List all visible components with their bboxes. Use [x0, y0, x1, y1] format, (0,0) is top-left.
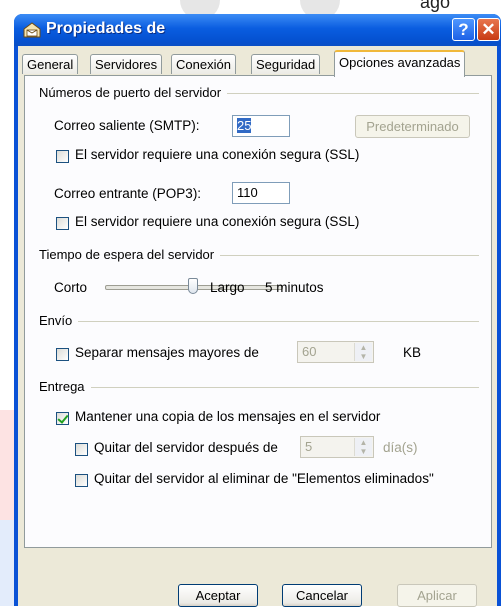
smtp-port-input[interactable]: 25 [232, 115, 290, 137]
smtp-ssl-checkbox[interactable] [56, 150, 69, 163]
group-divider [39, 387, 479, 388]
split-size-unit: KB [403, 345, 422, 360]
account-properties-icon [23, 22, 41, 38]
keep-copy-label: Mantener una copia de los mensajes en el… [75, 409, 381, 424]
remove-after-checkbox[interactable] [75, 443, 88, 456]
split-size-input[interactable]: 60 ▲ ▼ [297, 341, 374, 363]
remove-deleted-label: Quitar del servidor al eliminar de "Elem… [94, 471, 434, 486]
tab-seguridad[interactable]: Seguridad [251, 54, 321, 74]
remove-after-days-spinner[interactable]: ▲ ▼ [354, 438, 372, 456]
keep-copy-checkbox[interactable] [56, 412, 69, 425]
pop3-ssl-label: El servidor requiere una conexión segura… [75, 214, 360, 229]
remove-deleted-checkbox[interactable] [75, 474, 88, 487]
split-size-spinner[interactable]: ▲ ▼ [354, 343, 372, 361]
dialog-body: General Servidores Conexión Seguridad Op… [18, 46, 497, 607]
background-page: ago [0, 0, 501, 20]
send-group-title: Envío [39, 313, 79, 328]
close-button[interactable]: ✕ [477, 18, 500, 41]
timeout-slider-thumb[interactable] [188, 278, 198, 294]
ports-group-title: Números de puerto del servidor [39, 85, 228, 100]
pop3-port-label: Correo entrante (POP3): [54, 186, 202, 201]
pop3-port-input[interactable]: 110 [232, 182, 290, 204]
timeout-value: 5 minutos [265, 280, 324, 295]
help-button[interactable]: ? [452, 18, 475, 41]
remove-after-unit: día(s) [383, 440, 418, 455]
group-divider [39, 321, 479, 322]
default-ports-button[interactable]: Predeterminado [355, 115, 470, 138]
smtp-ssl-label: El servidor requiere una conexión segura… [75, 147, 360, 162]
tab-strip: General Servidores Conexión Seguridad Op… [18, 46, 497, 77]
pop3-ssl-checkbox[interactable] [56, 217, 69, 230]
split-messages-checkbox[interactable] [56, 348, 69, 361]
ok-button[interactable]: Aceptar [178, 584, 258, 607]
timeout-short-label: Corto [54, 280, 88, 295]
split-messages-label: Separar mensajes mayores de [75, 345, 259, 360]
properties-dialog: Propiedades de ? ✕ General Servidores Co… [14, 14, 501, 607]
background-text: ago [420, 0, 451, 12]
remove-after-days-input[interactable]: 5 ▲ ▼ [300, 436, 374, 458]
tab-opciones-avanzadas[interactable]: Opciones avanzadas [334, 50, 466, 77]
tab-servidores[interactable]: Servidores [90, 54, 163, 74]
timeout-long-label: Largo [210, 280, 245, 295]
timeout-group-title: Tiempo de espera del servidor [39, 247, 221, 262]
remove-after-label: Quitar del servidor después de [94, 440, 278, 455]
title-bar[interactable]: Propiedades de ? ✕ [14, 14, 501, 46]
advanced-options-panel: Números de puerto del servidor Correo sa… [24, 75, 492, 548]
dialog-title: Propiedades de [46, 20, 166, 37]
apply-button[interactable]: Aplicar [397, 584, 477, 607]
tab-conexion[interactable]: Conexión [171, 54, 236, 74]
tab-general[interactable]: General [22, 54, 79, 74]
smtp-port-label: Correo saliente (SMTP): [54, 118, 200, 133]
delivery-group-title: Entrega [39, 379, 91, 394]
cancel-button[interactable]: Cancelar [282, 584, 362, 607]
